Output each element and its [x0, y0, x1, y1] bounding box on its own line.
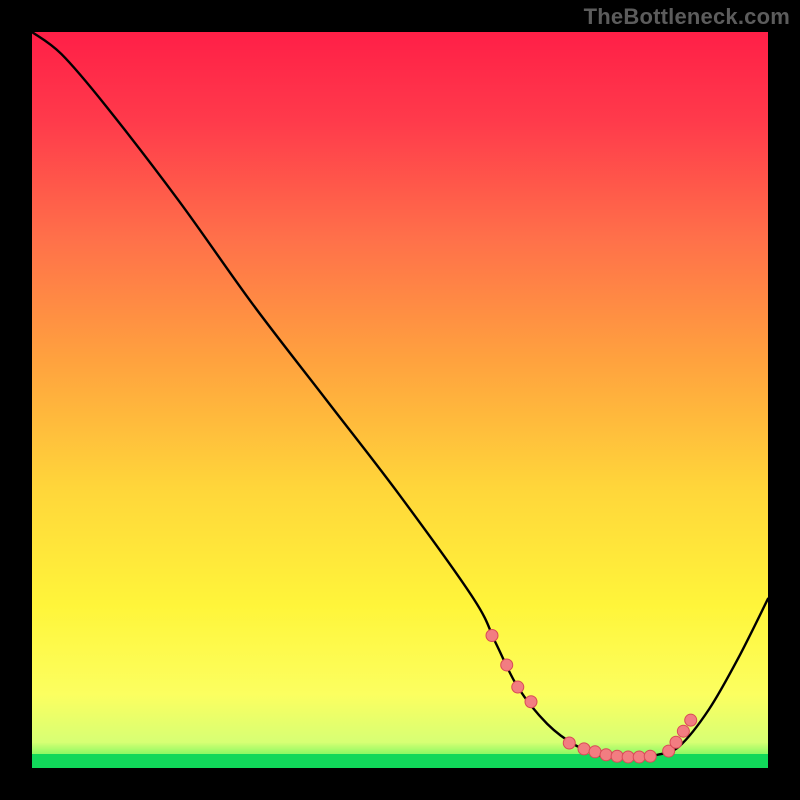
marker-point: [578, 743, 590, 755]
marker-point: [670, 736, 682, 748]
marker-point: [611, 750, 623, 762]
marker-point: [512, 681, 524, 693]
chart-frame: TheBottleneck.com: [0, 0, 800, 800]
marker-point: [589, 746, 601, 758]
marker-point: [677, 725, 689, 737]
marker-point: [644, 750, 656, 762]
marker-point: [501, 659, 513, 671]
marker-point: [525, 696, 537, 708]
marker-point: [633, 751, 645, 763]
marker-point: [486, 630, 498, 642]
plot-area: [32, 32, 768, 768]
marker-group: [486, 630, 697, 763]
marker-point: [563, 737, 575, 749]
marker-point: [600, 749, 612, 761]
watermark-text: TheBottleneck.com: [584, 4, 790, 30]
marker-point: [685, 714, 697, 726]
marker-point: [622, 751, 634, 763]
chart-overlay: [32, 32, 768, 768]
bottleneck-curve: [32, 32, 768, 758]
